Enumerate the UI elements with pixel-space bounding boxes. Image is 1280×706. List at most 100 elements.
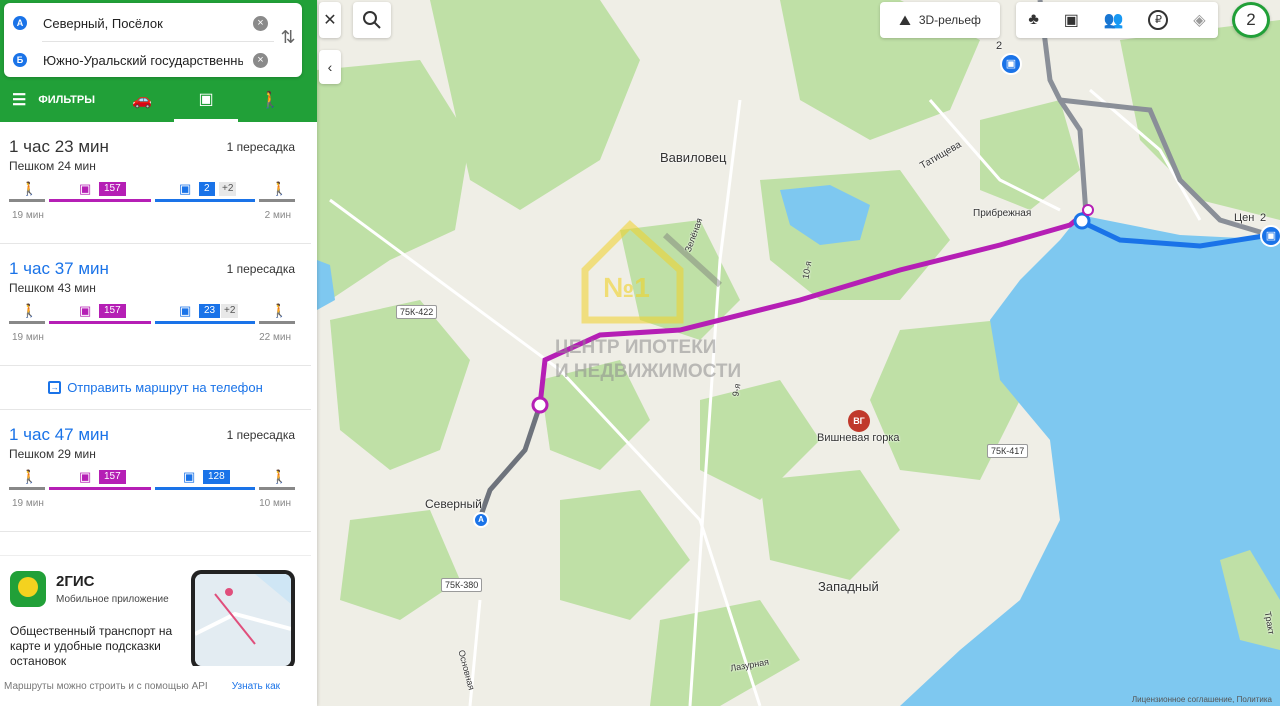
route-badge: 157: [99, 182, 126, 196]
watermark-line: И НЕДВИЖИМОСТИ: [555, 361, 742, 382]
watermark-line: ЦЕНТР ИПОТЕКИ: [555, 337, 717, 358]
relief-3d-button[interactable]: ⛰ 3D-рельеф: [880, 2, 1000, 38]
route-badge: 23: [199, 304, 221, 318]
promo-description: Общественный транспорт на карте и удобны…: [10, 624, 173, 668]
route-walk: Пешком 29 мин: [9, 447, 96, 461]
bus-icon: ▣: [179, 303, 192, 318]
road-sign: 75К-380: [441, 578, 483, 592]
route-inputs: A Северный, Посёлок × Б Южно-Уральский г…: [4, 3, 302, 77]
chevron-left-icon: ‹: [327, 59, 333, 75]
clear-to-button[interactable]: ×: [253, 52, 268, 68]
filters-label: ФИЛЬТРЫ: [38, 94, 95, 106]
tree-icon[interactable]: ♣: [1028, 11, 1039, 29]
route-walk: Пешком 43 мин: [9, 281, 96, 295]
walk-icon: 🚶: [260, 92, 280, 109]
footer-text: Маршруты можно строить и с помощью API: [4, 680, 208, 692]
stop-number-label: 2: [1260, 212, 1267, 224]
bus-stop-icon[interactable]: ▣: [1000, 53, 1022, 75]
send-to-phone-label: Отправить маршрут на телефон: [67, 380, 263, 395]
route-panel: A Северный, Посёлок × Б Южно-Уральский г…: [0, 0, 317, 706]
close-panel-button[interactable]: ✕: [319, 2, 341, 38]
routes-list: 1 час 23 мин 1 пересадка Пешком 24 мин 🚶…: [0, 122, 311, 532]
route-segments: 🚶 ▣ 157 ▣ 128 🚶: [9, 468, 295, 498]
watermark: ЦЕНТР ИПОТЕКИ И НЕДВИЖИМОСТИ: [555, 336, 741, 384]
bus-icon: ▣: [179, 181, 192, 196]
route-search-box: A Северный, Посёлок × Б Южно-Уральский г…: [0, 0, 317, 122]
learn-how-link[interactable]: Узнать как: [232, 681, 280, 692]
to-input[interactable]: Южно-Уральский государственны: [43, 53, 243, 68]
route-transfers: 1 пересадка: [226, 140, 295, 154]
mountain-icon: ⛰: [899, 11, 911, 28]
walk-icon: 🚶: [21, 303, 38, 318]
label-zapadny: Западный: [818, 579, 879, 594]
filters-button[interactable]: ☰ ФИЛЬТРЫ: [0, 90, 110, 110]
route-card[interactable]: 1 час 37 мин 1 пересадка Пешком 43 мин 🚶…: [0, 244, 311, 366]
route-segments: 🚶 ▣ 157 ▣ 23 +2 🚶: [9, 302, 295, 332]
label-vishnevaya-gorka: Вишневая горка: [817, 432, 900, 444]
collapse-panel-button[interactable]: ‹: [319, 50, 341, 84]
filter-icon: ☰: [12, 92, 27, 109]
first-walk-min: 19 мин: [12, 332, 44, 343]
clear-from-button[interactable]: ×: [253, 15, 268, 31]
walk-icon: 🚶: [21, 469, 38, 484]
layers-icon[interactable]: ◈: [1193, 10, 1205, 30]
poi-badge[interactable]: ВГ: [848, 410, 870, 432]
point-b-icon: Б: [13, 53, 27, 67]
close-icon: ✕: [323, 12, 337, 29]
label-vavilovets: Вавиловец: [660, 150, 727, 165]
from-row[interactable]: A Северный, Посёлок ×: [4, 5, 274, 41]
route-extra: +2: [219, 182, 237, 196]
car-icon: 🚗: [132, 92, 152, 109]
route-badge: 128: [203, 470, 230, 484]
zoom-level-button[interactable]: 2: [1232, 2, 1270, 38]
label-tsen: Цен: [1234, 212, 1255, 224]
app-promo[interactable]: 2ГИС Мобильное приложение Общественный т…: [0, 555, 311, 670]
phone-image: [191, 570, 295, 670]
route-badge: 157: [99, 470, 126, 484]
route-transfers: 1 пересадка: [226, 428, 295, 442]
last-walk-min: 22 мин: [259, 332, 291, 343]
watermark-mark: №1: [603, 272, 650, 303]
route-badge: 2: [199, 182, 215, 196]
tab-public-transport[interactable]: ▣: [174, 78, 238, 122]
route-card[interactable]: 1 час 23 мин 1 пересадка Пешком 24 мин 🚶…: [0, 122, 311, 244]
bus-icon: ▣: [79, 469, 92, 484]
first-walk-min: 19 мин: [12, 210, 44, 221]
road-sign: 75К-417: [987, 444, 1029, 458]
swap-icon: ⇅: [280, 27, 296, 47]
stop-number-label: 2: [996, 40, 1003, 52]
ruble-icon[interactable]: ₽: [1148, 10, 1169, 30]
send-to-phone-button[interactable]: → Отправить маршрут на телефон: [0, 366, 311, 410]
bus-icon: ▣: [198, 90, 214, 108]
route-time: 1 час 23 мин: [9, 137, 109, 156]
route-segments: 🚶 ▣ 157 ▣ 2 +2 🚶: [9, 180, 295, 210]
start-marker[interactable]: A: [473, 512, 489, 528]
relief-label: 3D-рельеф: [918, 13, 981, 27]
road-sign: 75К-422: [396, 305, 438, 319]
from-input[interactable]: Северный, Посёлок: [43, 16, 243, 31]
send-icon: →: [48, 381, 62, 394]
route-badge: 157: [99, 304, 126, 318]
route-extra: +2: [221, 304, 239, 318]
route-time: 1 час 47 мин: [9, 425, 109, 444]
people-icon[interactable]: 👥: [1104, 10, 1124, 30]
bus-icon: ▣: [79, 181, 92, 196]
first-walk-min: 19 мин: [12, 498, 44, 509]
search-button[interactable]: [353, 2, 391, 38]
panel-footer: Маршруты можно строить и с помощью API У…: [0, 666, 317, 706]
walk-icon: 🚶: [271, 469, 288, 484]
2gis-logo: [10, 571, 46, 607]
tab-car[interactable]: 🚗: [110, 78, 174, 122]
label-pribrezhnaya: Прибрежная: [973, 208, 1032, 219]
label-severny: Северный: [425, 497, 482, 511]
route-card[interactable]: 1 час 47 мин 1 пересадка Пешком 29 мин 🚶…: [0, 410, 311, 532]
walk-icon: 🚶: [271, 303, 288, 318]
copyright-text[interactable]: Лицензионное соглашение, Политика: [1132, 695, 1272, 704]
to-row[interactable]: Б Южно-Уральский государственны ×: [4, 42, 274, 78]
search-icon: [363, 11, 381, 29]
swap-points-button[interactable]: ⇅: [280, 27, 296, 55]
bus-stop-icon[interactable]: ▣: [1260, 225, 1280, 247]
bus-icon: ▣: [183, 469, 196, 484]
bus-icon[interactable]: ▣: [1064, 10, 1079, 30]
tab-walk[interactable]: 🚶: [238, 78, 302, 122]
